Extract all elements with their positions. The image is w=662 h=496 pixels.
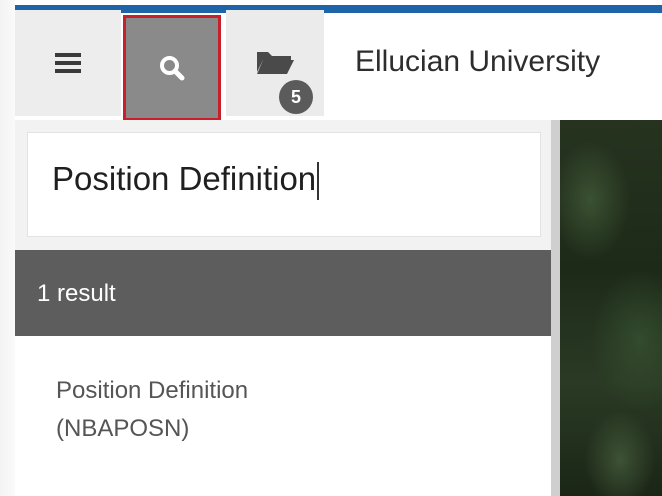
recent-count-badge: 5	[279, 80, 313, 114]
panel-divider	[551, 120, 560, 496]
results-count: 1 result	[37, 280, 116, 307]
background-image	[560, 120, 662, 496]
text-cursor	[317, 162, 320, 201]
menu-button[interactable]	[15, 10, 121, 116]
hamburger-menu-icon	[55, 52, 81, 74]
search-icon	[159, 55, 185, 81]
list-item[interactable]: Position Definition (NBAPOSN)	[56, 372, 248, 448]
search-button[interactable]	[123, 15, 221, 121]
app-title: Ellucian University	[355, 45, 601, 78]
result-name: Position Definition	[56, 377, 249, 404]
window-frame	[0, 0, 15, 496]
search-input-value: Position Definition	[52, 160, 317, 197]
folder-icon	[255, 46, 295, 80]
result-code: (NBAPOSN)	[56, 415, 190, 442]
